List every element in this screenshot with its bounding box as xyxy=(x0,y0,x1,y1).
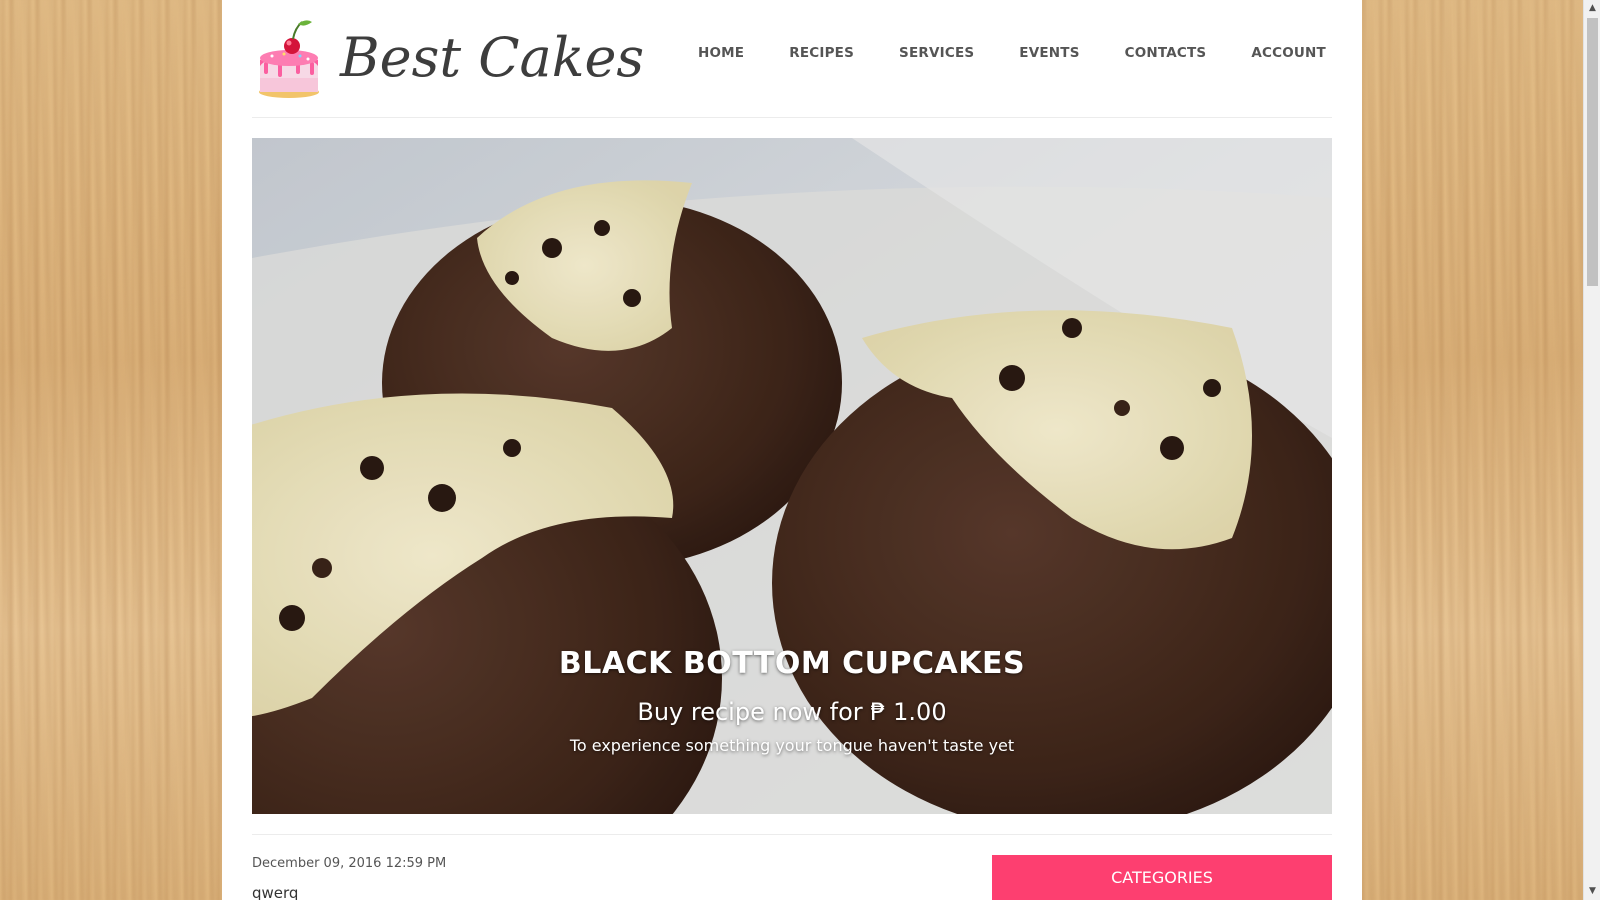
post-date: December 09, 2016 12:59 PM xyxy=(252,856,447,871)
hero-price[interactable]: Buy recipe now for ₱ 1.00 xyxy=(252,698,1332,726)
categories-button[interactable]: CATEGORIES xyxy=(992,855,1332,900)
content-divider xyxy=(252,834,1332,835)
page-container: Best Cakes HOME RECIPES SERVICES EVENTS … xyxy=(222,0,1362,900)
site-header: Best Cakes HOME RECIPES SERVICES EVENTS … xyxy=(252,0,1332,118)
page-scrollbar[interactable]: ▲ ▼ xyxy=(1583,0,1600,900)
cake-cherry-icon xyxy=(252,14,326,100)
hero-subtitle: To experience something your tongue have… xyxy=(569,736,1015,755)
nav-contacts[interactable]: CONTACTS xyxy=(1125,45,1207,61)
nav-home[interactable]: HOME xyxy=(698,45,744,61)
post-title[interactable]: qwerq xyxy=(252,884,298,900)
brand-name: Best Cakes xyxy=(340,25,645,89)
scroll-down-icon[interactable]: ▼ xyxy=(1584,883,1600,900)
nav-recipes[interactable]: RECIPES xyxy=(789,45,854,61)
nav-services[interactable]: SERVICES xyxy=(899,45,974,61)
scroll-up-icon[interactable]: ▲ xyxy=(1584,0,1600,17)
site-logo[interactable]: Best Cakes xyxy=(252,12,644,102)
nav-account[interactable]: ACCOUNT xyxy=(1251,45,1326,61)
hero-title: BLACK BOTTOM CUPCAKES xyxy=(558,646,1026,681)
nav-events[interactable]: EVENTS xyxy=(1019,45,1079,61)
hero-slider[interactable]: BLACK BOTTOM CUPCAKES Buy recipe now for… xyxy=(252,138,1332,814)
main-nav: HOME RECIPES SERVICES EVENTS CONTACTS AC… xyxy=(698,45,1371,61)
scroll-thumb[interactable] xyxy=(1587,18,1598,286)
